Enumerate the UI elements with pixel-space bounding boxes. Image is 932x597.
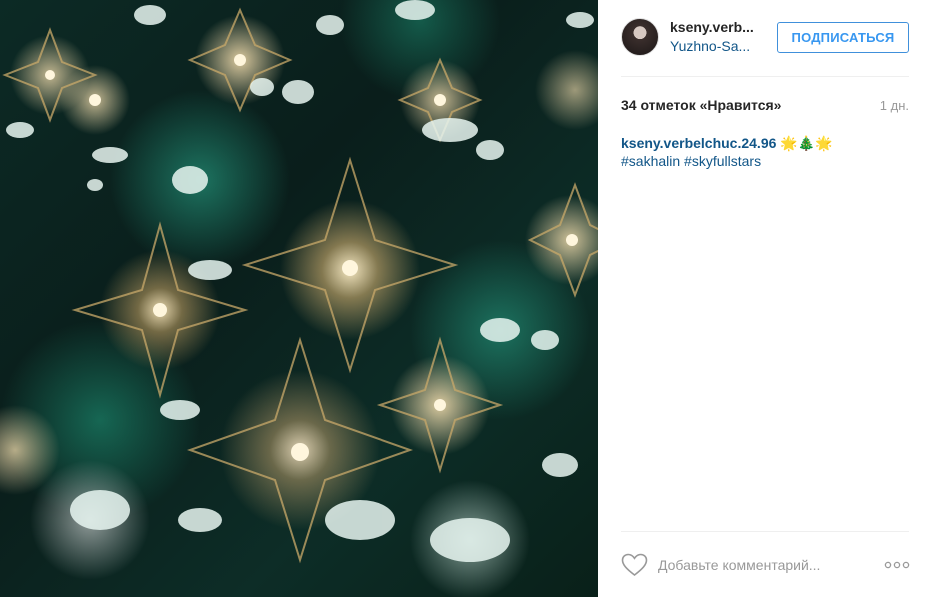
follow-button[interactable]: ПОДПИСАТЬСЯ [777,22,909,53]
hashtag-sakhalin[interactable]: #sakhalin [621,153,680,169]
hashtag-skyfullstars[interactable]: #skyfullstars [684,153,761,169]
divider [621,76,909,77]
likes-count[interactable]: 34 отметок «Нравится» [621,97,781,113]
post-header: kseny.verb... Yuzhno-Sa... ПОДПИСАТЬСЯ [598,0,932,77]
post-time[interactable]: 1 дн. [880,98,909,113]
avatar[interactable] [621,18,659,56]
divider [621,531,909,532]
caption-author-link[interactable]: kseny.verbelchuc.24.96 [621,135,776,151]
caption-emoji: 🌟🎄🌟 [780,135,833,151]
caption: kseny.verbelchuc.24.96 🌟🎄🌟 #sakhalin #sk… [621,134,909,170]
heart-icon[interactable] [621,553,648,577]
post-photo[interactable] [0,0,598,597]
star-ornaments-graphic [2,0,598,564]
location-link[interactable]: Yuzhno-Sa... [670,38,750,54]
comment-input[interactable] [658,553,868,577]
more-options-icon[interactable] [883,558,911,572]
post-details-panel: kseny.verb... Yuzhno-Sa... ПОДПИСАТЬСЯ 3… [598,0,932,597]
username-link[interactable]: kseny.verb... [670,19,754,35]
